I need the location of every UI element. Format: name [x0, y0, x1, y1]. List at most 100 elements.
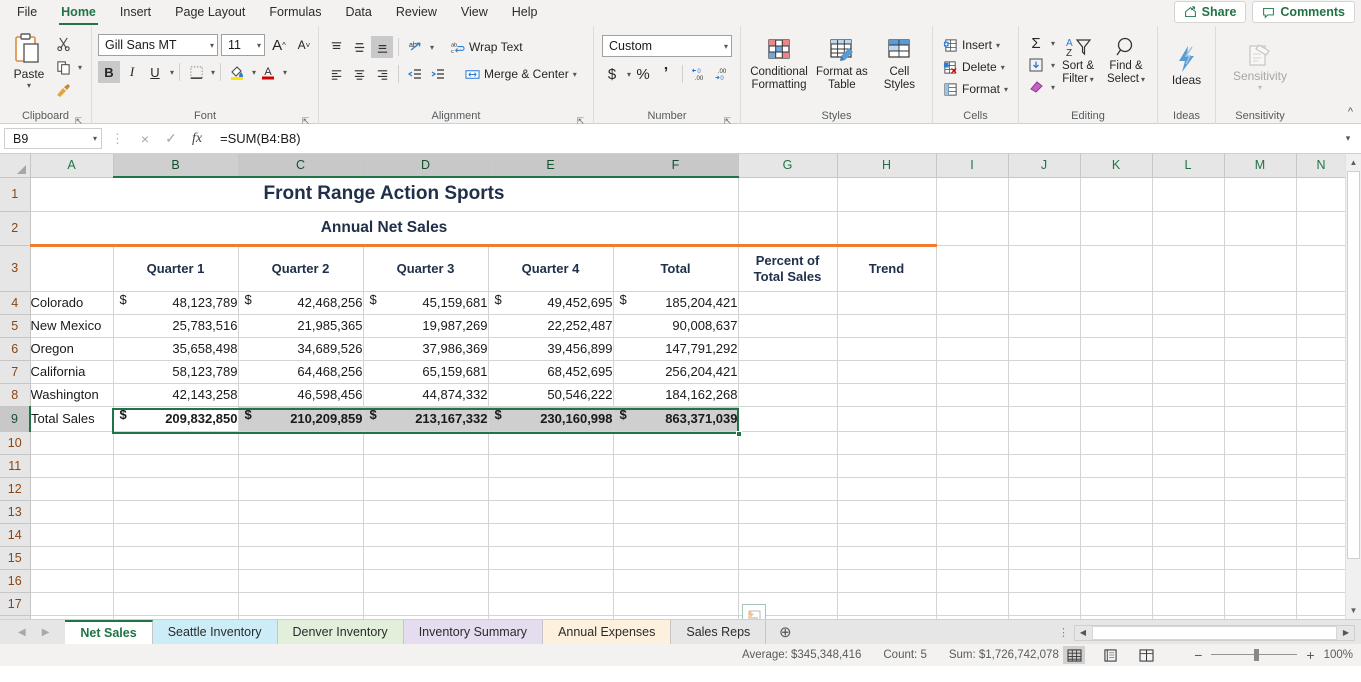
cell-k5[interactable] — [1080, 314, 1153, 338]
copy-button[interactable]: ▾ — [52, 56, 82, 78]
cell-d4[interactable]: $ 45,159,681 — [363, 291, 489, 315]
row-header-5[interactable]: 5 — [0, 314, 31, 338]
clipboard-dialog-launcher[interactable]: ⇱ — [74, 114, 83, 126]
format-cells-button[interactable]: Format ▾ — [939, 78, 1012, 100]
percent-format-button[interactable]: % — [632, 63, 654, 85]
autosum-button[interactable]: Σ ▾ — [1025, 32, 1055, 54]
ideas-button[interactable]: Ideas — [1164, 42, 1209, 89]
cell-h4[interactable] — [837, 291, 937, 315]
cell-m11[interactable] — [1224, 454, 1297, 478]
row-header-17[interactable]: 17 — [0, 592, 31, 616]
cell-f4[interactable]: $ 185,204,421 — [613, 291, 739, 315]
align-right-button[interactable] — [371, 63, 393, 85]
sort-filter-button[interactable]: AZ Sort & Filter ▾ — [1055, 32, 1101, 88]
cell-f15[interactable] — [613, 546, 739, 570]
ribbon-tab-insert[interactable]: Insert — [109, 2, 162, 24]
cell-c16[interactable] — [238, 569, 364, 593]
zoom-slider-thumb[interactable] — [1254, 649, 1260, 661]
column-header-n[interactable]: N — [1296, 154, 1347, 178]
select-all-button[interactable] — [0, 154, 31, 178]
cell-g2[interactable] — [738, 211, 838, 246]
cell-n8[interactable] — [1296, 383, 1346, 407]
cell-k14[interactable] — [1080, 523, 1153, 547]
row-header-1[interactable]: 1 — [0, 177, 31, 212]
cell-h17[interactable] — [837, 592, 937, 616]
cell-i3[interactable] — [936, 245, 1009, 292]
cell-j16[interactable] — [1008, 569, 1081, 593]
cell-i17[interactable] — [936, 592, 1009, 616]
italic-button[interactable]: I — [121, 61, 143, 83]
cell-l4[interactable] — [1152, 291, 1225, 315]
align-left-button[interactable] — [325, 63, 347, 85]
cell-i11[interactable] — [936, 454, 1009, 478]
cell-j1[interactable] — [1008, 177, 1081, 212]
ribbon-tab-review[interactable]: Review — [385, 2, 448, 24]
cell-g1[interactable] — [738, 177, 838, 212]
cell-b11[interactable] — [113, 454, 239, 478]
cell-i4[interactable] — [936, 291, 1009, 315]
wrap-text-button[interactable]: ab c Wrap Text — [446, 36, 527, 58]
cell-c15[interactable] — [238, 546, 364, 570]
previous-sheet-button[interactable]: ◀ — [18, 627, 26, 638]
horizontal-scroll-thumb[interactable] — [1092, 625, 1337, 640]
cell-f16[interactable] — [613, 569, 739, 593]
ribbon-tab-view[interactable]: View — [450, 2, 499, 24]
cell-j12[interactable] — [1008, 477, 1081, 501]
scroll-up-button[interactable]: ▲ — [1346, 154, 1361, 171]
cell-m4[interactable] — [1224, 291, 1297, 315]
cell-h11[interactable] — [837, 454, 937, 478]
column-header-d[interactable]: D — [363, 154, 489, 178]
cell-g4[interactable] — [738, 291, 838, 315]
cell-f7[interactable]: 256,204,421 — [613, 360, 739, 384]
cell-g14[interactable] — [738, 523, 838, 547]
cell-f10[interactable] — [613, 431, 739, 455]
cell-m15[interactable] — [1224, 546, 1297, 570]
format-cells-chevron-down-icon[interactable]: ▾ — [1004, 85, 1008, 94]
sheet-tab-sales-reps[interactable]: Sales Reps — [671, 620, 767, 644]
cell-a3[interactable] — [30, 243, 114, 292]
cell-l15[interactable] — [1152, 546, 1225, 570]
cell-state-3[interactable]: California — [30, 360, 114, 384]
row-header-11[interactable]: 11 — [0, 454, 31, 478]
row-header-14[interactable]: 14 — [0, 523, 31, 547]
orientation-chevron-down-icon[interactable]: ▾ — [430, 43, 434, 52]
cell-n11[interactable] — [1296, 454, 1346, 478]
ribbon-tab-help[interactable]: Help — [501, 2, 549, 24]
zoom-out-button[interactable]: − — [1194, 647, 1202, 663]
ribbon-tab-data[interactable]: Data — [334, 2, 382, 24]
cell-d11[interactable] — [363, 454, 489, 478]
cell-subtitle[interactable]: Annual Net Sales — [30, 211, 739, 246]
column-header-l[interactable]: L — [1152, 154, 1225, 178]
sensitivity-button[interactable]: Sensitivity ▾ — [1224, 40, 1296, 94]
accounting-format-button[interactable]: $ ▾ — [601, 63, 631, 85]
column-header-f[interactable]: F — [613, 154, 739, 178]
cell-b10[interactable] — [113, 431, 239, 455]
alignment-dialog-launcher[interactable]: ⇱ — [576, 114, 585, 126]
cell-m17[interactable] — [1224, 592, 1297, 616]
number-format-chevron-down-icon[interactable]: ▾ — [724, 42, 728, 51]
font-color-button[interactable]: A ▾ — [257, 61, 287, 83]
column-header-c[interactable]: C — [238, 154, 364, 178]
vertical-scrollbar[interactable]: ▲ ▼ — [1345, 154, 1361, 619]
cell-title[interactable]: Front Range Action Sports — [30, 177, 739, 212]
cell-i14[interactable] — [936, 523, 1009, 547]
cell-l5[interactable] — [1152, 314, 1225, 338]
cell-j8[interactable] — [1008, 383, 1081, 407]
cell-i1[interactable] — [936, 177, 1009, 212]
cell-h6[interactable] — [837, 337, 937, 361]
cell-e16[interactable] — [488, 569, 614, 593]
cell-d5[interactable]: 19,987,269 — [363, 314, 489, 338]
cell-h8[interactable] — [837, 383, 937, 407]
comments-button[interactable]: Comments — [1252, 1, 1355, 23]
cell-m16[interactable] — [1224, 569, 1297, 593]
cell-m13[interactable] — [1224, 500, 1297, 524]
cancel-edit-button[interactable]: × — [132, 131, 158, 147]
cell-h16[interactable] — [837, 569, 937, 593]
merge-center-chevron-down-icon[interactable]: ▾ — [573, 70, 577, 79]
cell-styles-button[interactable]: Cell Styles — [873, 36, 926, 94]
align-top-button[interactable] — [325, 36, 347, 58]
header-percent-of-total-sales[interactable]: Percent of Total Sales — [738, 243, 838, 292]
cell-a10[interactable] — [30, 431, 114, 455]
cell-c12[interactable] — [238, 477, 364, 501]
find-select-chevron-down-icon[interactable]: ▾ — [1141, 75, 1145, 84]
